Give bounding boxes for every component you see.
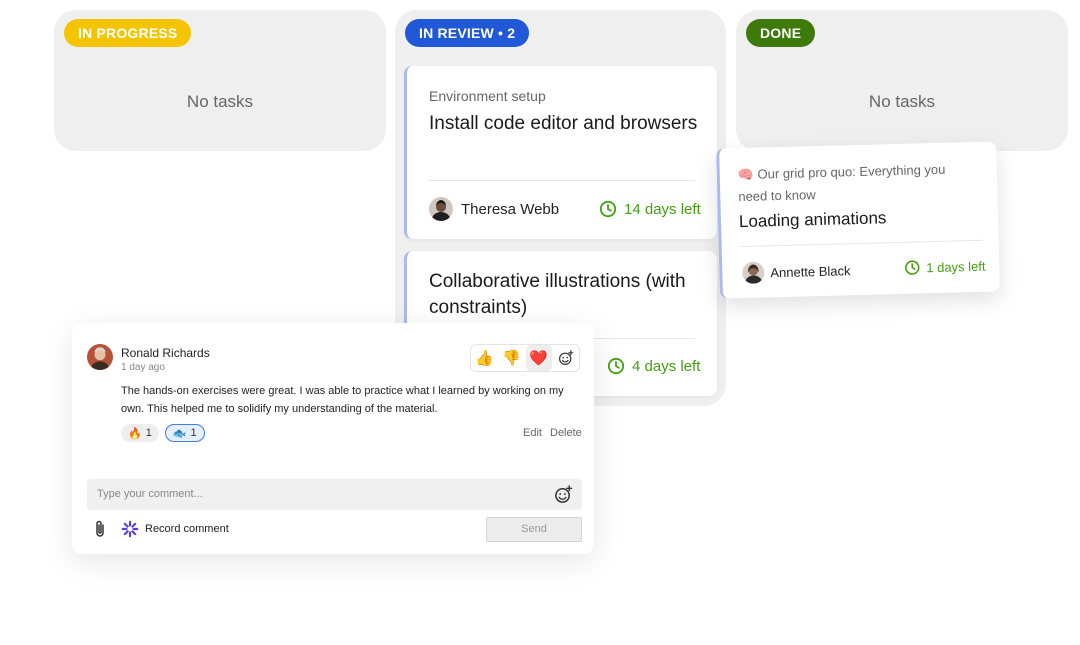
card-category: 🧠 Our grid pro quo: Everything you need … [737,161,946,205]
reaction-count: 1 [145,427,152,439]
card-title: Loading animations [738,208,887,232]
paperclip-icon [96,520,104,537]
emoji-picker-button[interactable] [554,485,573,509]
clock-icon [599,200,617,218]
delete-link[interactable]: Delete [550,427,582,439]
attach-button[interactable] [92,519,108,544]
reaction-count: 1 [190,427,197,439]
record-icon [121,520,139,538]
send-button[interactable]: Send [486,517,582,542]
comment-author: Ronald Richards [121,346,210,360]
comment-panel: Ronald Richards 1 day ago 👍 👎 ❤️ The han… [72,323,594,554]
status-badge-done: DONE [746,19,816,47]
comment-time: 1 day ago [121,362,165,373]
add-emoji-button[interactable] [553,345,579,371]
card-title: Install code editor and browsers [429,113,698,134]
column-done: DONE No tasks [736,10,1068,151]
thumbs-down-reaction-button[interactable]: 👎 [499,345,525,371]
fire-icon: 🔥 [128,427,142,440]
add-emoji-icon [555,485,573,503]
divider [429,180,695,181]
avatar [429,197,453,221]
empty-state-text: No tasks [868,92,936,111]
record-comment-button[interactable]: Record comment [121,520,229,538]
card-assignee: Annette Black [770,263,851,281]
due-date: 1 days left [904,258,986,276]
due-date-text: 1 days left [926,258,986,275]
clock-icon [607,357,625,375]
clock-icon [905,260,920,275]
status-badge-in-progress: IN PROGRESS [64,19,192,47]
empty-state-text: No tasks [186,92,254,111]
comment-body: The hands-on exercises were great. I was… [121,385,564,415]
edit-link[interactable]: Edit [523,427,542,439]
reaction-toolbar: 👍 👎 ❤️ [470,344,580,372]
dragged-task-card[interactable]: 🧠 Our grid pro quo: Everything you need … [716,141,1000,299]
card-assignee: Theresa Webb [461,201,560,218]
task-card[interactable]: Environment setup Install code editor an… [404,66,717,239]
comment-input[interactable]: Type your comment... [87,479,582,510]
reaction-chip-fish[interactable]: 🐟 1 [164,424,205,442]
reaction-chips: 🔥 1 🐟 1 [121,424,205,442]
due-date: 4 days left [607,357,700,375]
avatar [87,344,113,370]
card-category: Environment setup [429,88,546,104]
comment-input-placeholder: Type your comment... [97,488,203,500]
card-title: Collaborative illustrations (with constr… [429,271,686,318]
avatar [742,261,765,285]
status-badge-in-review: IN REVIEW • 2 [405,19,530,47]
add-emoji-icon [558,350,573,365]
due-date-text: 4 days left [632,357,701,375]
heart-reaction-button[interactable]: ❤️ [525,345,552,371]
due-date: 14 days left [599,200,701,218]
due-date-text: 14 days left [624,200,701,218]
divider [739,239,983,248]
record-comment-label: Record comment [145,523,229,535]
thumbs-up-reaction-button[interactable]: 👍 [472,345,498,371]
fish-icon: 🐟 [172,427,187,440]
reaction-chip-fire[interactable]: 🔥 1 [121,424,159,442]
column-in-progress: IN PROGRESS No tasks [54,10,386,151]
